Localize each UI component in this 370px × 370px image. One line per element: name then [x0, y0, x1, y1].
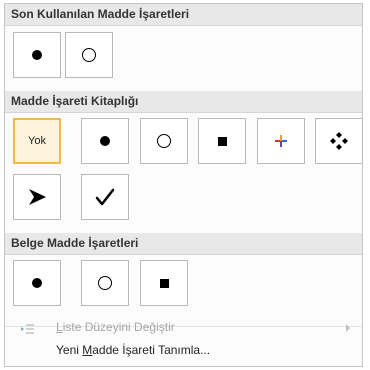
bullet-dot-icon — [32, 278, 42, 288]
document-bullet-dot[interactable] — [13, 260, 61, 306]
bullet-arrowhead-icon — [27, 188, 47, 206]
library-bullet-four-diamonds[interactable] — [315, 118, 363, 164]
section-header-recent: Son Kullanılan Madde İşaretleri — [5, 4, 362, 26]
bullet-dot-icon — [100, 136, 110, 146]
bullet-four-diamonds-icon — [329, 131, 349, 151]
bullet-square-icon — [217, 136, 227, 146]
recent-bullet-dot[interactable] — [13, 32, 61, 78]
submenu-arrow-icon — [346, 324, 350, 332]
section-header-library: Madde İşareti Kitaplığı — [5, 91, 362, 113]
bullet-dot-icon — [32, 50, 42, 60]
library-bullet-arrowhead[interactable] — [13, 174, 61, 220]
bullet-circle-icon — [157, 134, 171, 148]
define-new-bullet-menu-item[interactable]: Yeni Madde İşareti Tanımla... — [5, 340, 362, 361]
bullet-square-icon — [159, 278, 169, 288]
none-label: Yok — [28, 135, 46, 147]
recent-bullet-circle[interactable] — [65, 32, 113, 78]
library-bullet-circle[interactable] — [140, 118, 188, 164]
list-level-icon — [21, 321, 35, 342]
change-list-level-menu-item[interactable]: Liste Düzeyini Değiştir — [5, 317, 362, 338]
library-bullet-none[interactable]: Yok — [13, 118, 61, 164]
bullet-gallery-dropdown: Son Kullanılan Madde İşaretleri Madde İş… — [4, 3, 363, 367]
library-bullet-colored-cross[interactable] — [257, 118, 305, 164]
library-bullet-square[interactable] — [198, 118, 246, 164]
bullet-checkmark-icon — [95, 188, 115, 206]
library-bullet-checkmark[interactable] — [81, 174, 129, 220]
document-bullet-circle[interactable] — [81, 260, 129, 306]
bullet-colored-cross-icon — [274, 134, 288, 148]
change-list-level-label: Liste Düzeyini Değiştir — [56, 320, 175, 334]
bullet-circle-icon — [82, 48, 96, 62]
section-header-document: Belge Madde İşaretleri — [5, 233, 362, 255]
library-bullet-dot[interactable] — [81, 118, 129, 164]
document-bullet-square[interactable] — [140, 260, 188, 306]
define-new-bullet-label: Yeni Madde İşareti Tanımla... — [56, 343, 211, 357]
bullet-circle-icon — [98, 276, 112, 290]
